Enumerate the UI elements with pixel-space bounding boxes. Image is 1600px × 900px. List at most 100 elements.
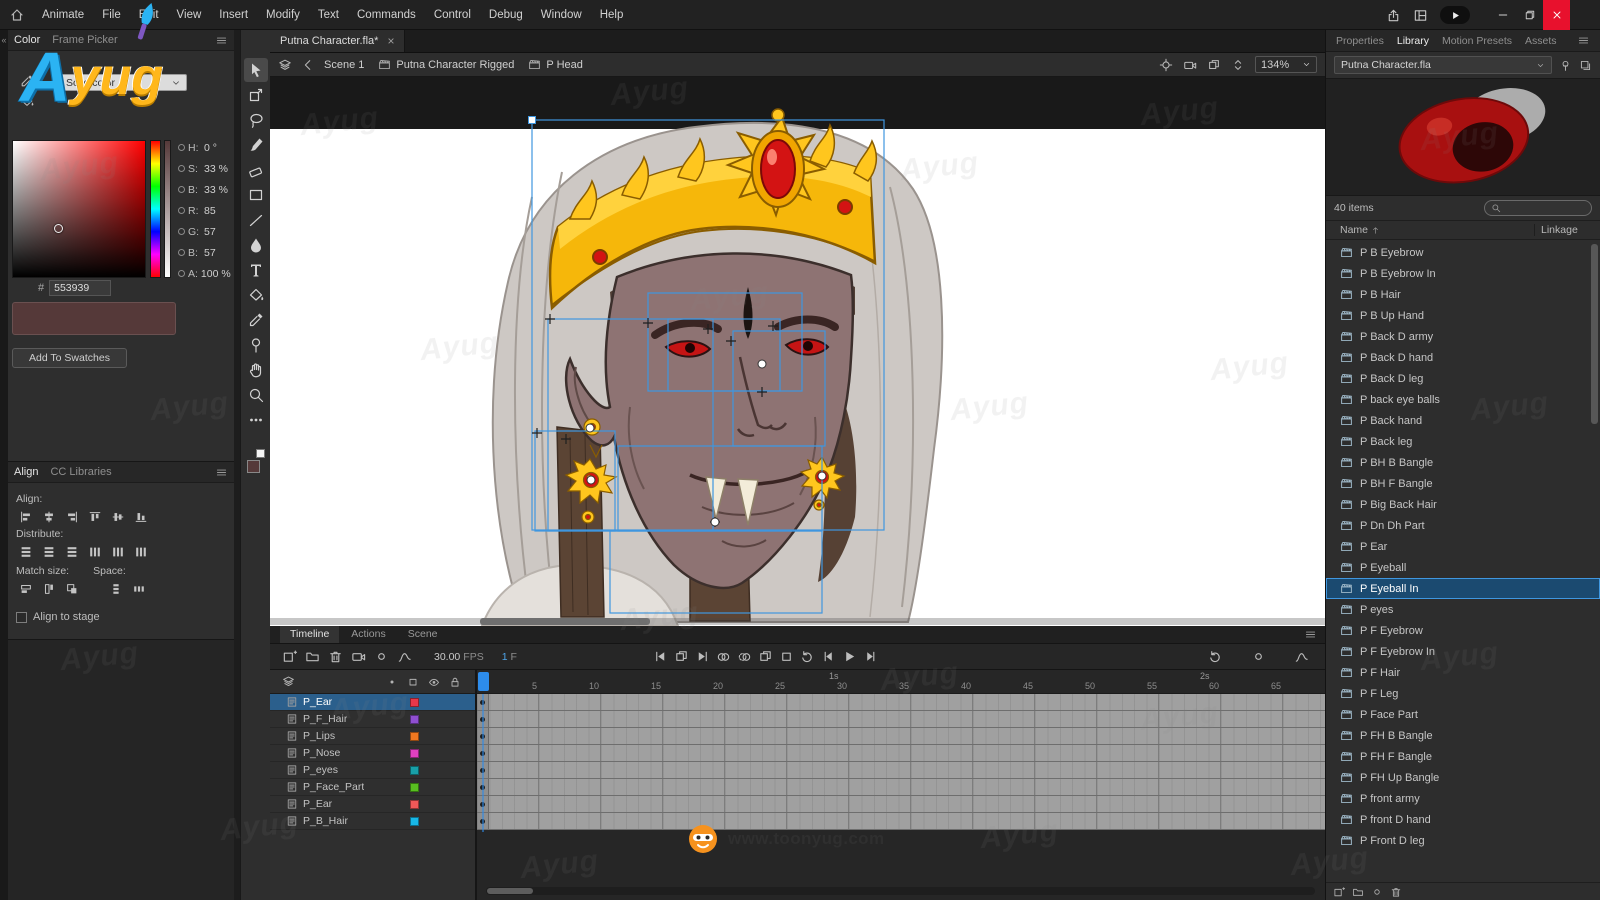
paint-bucket-tool[interactable] — [244, 283, 268, 307]
eraser-tool[interactable] — [244, 158, 268, 182]
library-item[interactable]: P front D hand — [1326, 809, 1600, 830]
scrollbar-handle[interactable] — [480, 618, 650, 625]
picker-cursor[interactable] — [54, 224, 63, 233]
symbol-hierarchy-icon[interactable] — [278, 58, 292, 72]
sort-ascending-icon[interactable] — [1371, 226, 1380, 235]
text-tool[interactable] — [244, 258, 268, 282]
fluid-brush-tool[interactable] — [244, 233, 268, 257]
quick-play-button[interactable] — [1440, 6, 1470, 24]
library-scrollbar[interactable] — [1591, 244, 1598, 424]
breadcrumb-item[interactable]: Scene 1 — [324, 58, 364, 71]
library-item[interactable]: P front army — [1326, 788, 1600, 809]
selection-tool[interactable] — [244, 58, 268, 82]
align-top-button[interactable] — [85, 508, 105, 525]
library-item[interactable]: P Dn Dh Part — [1326, 515, 1600, 536]
library-item[interactable]: P FH B Bangle — [1326, 725, 1600, 746]
document-tab[interactable]: Putna Character.fla* × — [270, 30, 405, 52]
distribute-center-v-button[interactable] — [39, 543, 59, 560]
lasso-tool[interactable] — [244, 108, 268, 132]
layer-color-swatch[interactable] — [410, 783, 419, 792]
marker-icon[interactable] — [374, 649, 389, 664]
timeline-layer[interactable]: P_Ear — [270, 796, 475, 813]
center-frame-icon[interactable] — [1159, 58, 1173, 72]
menu-item[interactable]: Insert — [210, 0, 257, 30]
panel-menu-icon[interactable] — [215, 34, 228, 47]
menu-item[interactable]: Debug — [480, 0, 532, 30]
saturation-brightness-picker[interactable] — [12, 140, 146, 278]
stage-canvas[interactable] — [270, 77, 1325, 626]
back-arrow-icon[interactable] — [301, 58, 315, 72]
timeline-layer[interactable]: P_F_Hair — [270, 711, 475, 728]
delete-icon[interactable] — [328, 649, 343, 664]
menu-item[interactable]: Modify — [257, 0, 309, 30]
zoom-level-select[interactable]: 134% — [1255, 56, 1317, 73]
distribute-bottom-button[interactable] — [62, 543, 82, 560]
delete-item-icon[interactable] — [1390, 886, 1402, 898]
library-item[interactable]: P Eyeball — [1326, 557, 1600, 578]
new-library-panel-icon[interactable] — [1579, 59, 1592, 72]
color-mode-radio[interactable] — [178, 228, 185, 235]
play-button[interactable] — [842, 649, 857, 664]
library-item[interactable]: P Front D leg — [1326, 830, 1600, 851]
timeline-layer[interactable]: P_Face_Part — [270, 779, 475, 796]
layer-name[interactable]: P_F_Hair — [303, 713, 347, 725]
next-keyframe-icon[interactable] — [695, 649, 710, 664]
add-keyframe-icon[interactable] — [674, 649, 689, 664]
reset-timeline-icon[interactable] — [1208, 649, 1223, 664]
library-item[interactable]: P Ear — [1326, 536, 1600, 557]
library-item[interactable]: P F Eyebrow — [1326, 620, 1600, 641]
layer-name[interactable]: P_Ear — [303, 696, 332, 708]
timeline-marker-icon[interactable] — [1251, 649, 1266, 664]
dock-collapse-strip[interactable]: « — [0, 30, 8, 900]
frames-area[interactable]: 5101520253035404550556065 1s 2s — [477, 670, 1325, 900]
panel-menu-icon[interactable] — [1577, 34, 1590, 47]
restore-button[interactable] — [1516, 0, 1543, 30]
camera-icon[interactable] — [351, 649, 366, 664]
new-symbol-icon[interactable] — [1333, 886, 1345, 898]
timeline-tab[interactable]: Scene — [398, 626, 448, 643]
step-back-icon[interactable] — [821, 649, 836, 664]
menu-item[interactable]: View — [168, 0, 211, 30]
edit-symbols-icon[interactable] — [1207, 58, 1221, 72]
breadcrumb-item[interactable]: P Head — [528, 58, 583, 71]
more-tools[interactable] — [244, 408, 268, 432]
layer-name[interactable]: P_Nose — [303, 747, 340, 759]
show-hide-column-icon[interactable] — [428, 676, 440, 688]
layer-color-swatch[interactable] — [410, 800, 419, 809]
right-panel-tab[interactable]: Properties — [1336, 35, 1384, 47]
menu-item[interactable]: File — [93, 0, 130, 30]
current-frame-display[interactable]: 1F — [502, 651, 517, 663]
align-bottom-button[interactable] — [131, 508, 151, 525]
color-panel-tab[interactable]: Color — [14, 34, 40, 46]
library-item[interactable]: P FH Up Bangle — [1326, 767, 1600, 788]
minimize-button[interactable] — [1489, 0, 1516, 30]
graph-icon[interactable] — [397, 649, 412, 664]
menu-item[interactable]: Animate — [33, 0, 93, 30]
stroke-color-icon[interactable] — [20, 74, 34, 88]
library-item[interactable]: P F Eyebrow In — [1326, 641, 1600, 662]
layer-name[interactable]: P_Lips — [303, 730, 335, 742]
timeline-frame-row[interactable] — [477, 796, 1325, 813]
color-mode-radio[interactable] — [178, 249, 185, 256]
align-right-button[interactable] — [62, 508, 82, 525]
layer-name[interactable]: P_eyes — [303, 764, 338, 776]
color-mode-radio[interactable] — [178, 186, 185, 193]
align-panel-tab[interactable]: CC Libraries — [50, 466, 111, 478]
color-value[interactable]: 85 — [204, 205, 216, 217]
canvas-h-scrollbar[interactable] — [270, 618, 1325, 625]
breadcrumb-item[interactable]: Putna Character Rigged — [378, 58, 514, 71]
column-linkage[interactable]: Linkage — [1534, 224, 1592, 236]
match-height-button[interactable] — [39, 580, 59, 597]
library-item[interactable]: P Back D hand — [1326, 347, 1600, 368]
color-value[interactable]: 33 % — [204, 184, 228, 196]
hex-input[interactable] — [49, 280, 111, 296]
asset-warp-tool[interactable] — [244, 333, 268, 357]
library-item[interactable]: P back eye balls — [1326, 389, 1600, 410]
library-item[interactable]: P eyes — [1326, 599, 1600, 620]
color-value[interactable]: 57 — [204, 247, 216, 259]
right-panel-tab[interactable]: Library — [1397, 35, 1429, 47]
edit-multiple-frames-icon[interactable] — [758, 649, 773, 664]
library-item[interactable]: P Face Part — [1326, 704, 1600, 725]
timeline-layer[interactable]: P_Ear — [270, 694, 475, 711]
add-to-swatches-button[interactable]: Add To Swatches — [12, 348, 127, 368]
